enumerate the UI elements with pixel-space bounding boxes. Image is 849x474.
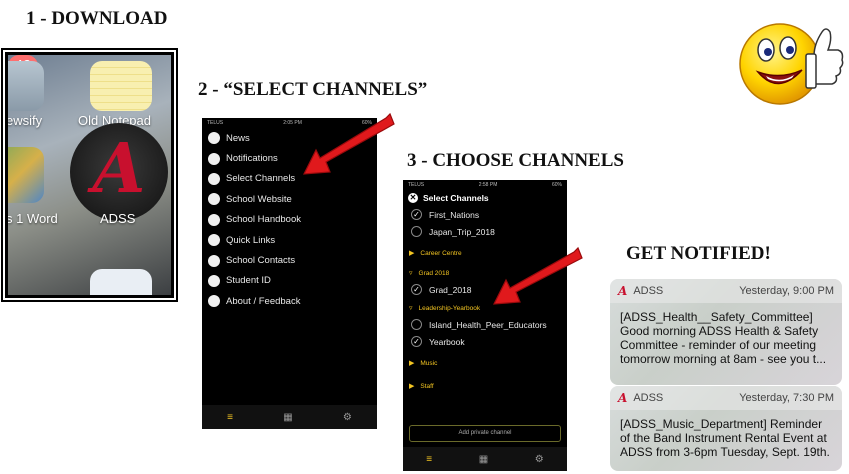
app-label: ewsify xyxy=(6,113,43,128)
channel-label: Grad_2018 xyxy=(429,284,472,295)
channel-row-yearbook[interactable]: ✓ Yearbook xyxy=(403,333,567,350)
triangle-right-icon: ▶ xyxy=(409,383,415,390)
menu-item-label: Quick Links xyxy=(226,234,276,246)
step-4-heading: GET NOTIFIED! xyxy=(626,243,771,264)
channel-row-island-health[interactable]: Island_Health_Peer_Educators xyxy=(403,316,567,333)
notification-card[interactable]: A ADSS Yesterday, 9:00 PM [ADSS_Health__S… xyxy=(610,279,842,385)
group-label: Grad 2018 xyxy=(418,269,450,277)
home-screen-screenshot: ewsify Old Notepad A s 1 Word ADSS 49 xyxy=(1,48,178,302)
settings-tab-icon[interactable]: ⚙ xyxy=(535,454,544,465)
checkmark-icon: ✓ xyxy=(411,284,422,295)
person-icon xyxy=(208,274,220,287)
tab-bar: ≡ ▦ ⚙ xyxy=(202,405,377,429)
step-1-heading: 1 - DOWNLOAD xyxy=(26,8,168,29)
channels-title-bar: ✕ Select Channels xyxy=(403,190,567,206)
menu-item-label: About / Feedback xyxy=(226,295,301,307)
notification-time: Yesterday, 7:30 PM xyxy=(739,392,834,404)
status-bar: TELUS 2:58 PM 60% xyxy=(403,180,567,190)
calendar-tab-icon[interactable]: ▦ xyxy=(479,454,488,465)
channel-row-japan-trip[interactable]: Japan_Trip_2018 xyxy=(403,223,567,240)
menu-item-quick-links[interactable]: Quick Links xyxy=(202,230,377,250)
notification-card[interactable]: A ADSS Yesterday, 7:30 PM [ADSS_Music_Dep… xyxy=(610,386,842,471)
tab-bar: ≡ ▦ ⚙ xyxy=(403,447,567,471)
thumbs-up-smiley-icon xyxy=(739,23,844,105)
adss-logo-icon: A xyxy=(618,284,628,298)
empty-circle-icon xyxy=(411,226,422,237)
menu-item-about-feedback[interactable]: About / Feedback xyxy=(202,291,377,311)
status-time: 2:58 PM xyxy=(478,182,498,188)
news-icon xyxy=(208,132,220,145)
list-tab-icon[interactable]: ≡ xyxy=(227,412,233,423)
channels-screen: TELUS 2:58 PM 60% ✕ Select Channels ✓ Fir… xyxy=(403,180,567,471)
safari-app-icon[interactable] xyxy=(90,269,152,295)
bell-icon xyxy=(208,152,220,165)
triangle-right-icon: ▶ xyxy=(409,360,415,367)
menu-item-school-contacts[interactable]: School Contacts xyxy=(202,250,377,270)
question-icon xyxy=(208,295,220,308)
notification-app-name: ADSS xyxy=(633,285,664,297)
notification-app-name: ADSS xyxy=(633,392,664,404)
status-carrier: TELUS xyxy=(408,182,425,188)
adss-logo-icon: A xyxy=(618,391,628,405)
rocket-icon xyxy=(208,234,220,247)
menu-item-label: School Handbook xyxy=(226,214,301,226)
menu-item-label: News xyxy=(226,132,250,144)
adss-app-icon[interactable]: A xyxy=(70,123,168,221)
channel-label: First_Nations xyxy=(429,209,480,220)
settings-tab-icon[interactable]: ⚙ xyxy=(343,412,352,423)
status-battery: 60% xyxy=(551,182,562,188)
notification-body: [ADSS_Health__Safety_Committee] Good mor… xyxy=(620,310,827,366)
menu-item-label: School Contacts xyxy=(226,255,296,267)
triangle-down-icon: ▿ xyxy=(409,270,413,277)
newsify-app-icon[interactable] xyxy=(8,61,44,111)
empty-circle-icon xyxy=(411,319,422,330)
red-arrow-icon xyxy=(302,112,395,175)
notification-header: A ADSS Yesterday, 9:00 PM xyxy=(610,279,842,303)
notepad-app-icon[interactable] xyxy=(90,61,152,111)
phone-icon xyxy=(208,254,220,267)
group-staff[interactable]: ▶ Staff xyxy=(403,378,567,394)
group-music[interactable]: ▶ Music xyxy=(403,355,567,371)
group-label: Career Centre xyxy=(420,249,462,257)
menu-item-label: Select Channels xyxy=(226,173,296,185)
channel-label: Island_Health_Peer_Educators xyxy=(429,319,547,330)
status-carrier: TELUS xyxy=(207,120,224,126)
notification-time: Yesterday, 9:00 PM xyxy=(739,285,834,297)
triangle-right-icon: ▶ xyxy=(409,250,415,257)
menu-item-student-id[interactable]: Student ID xyxy=(202,271,377,291)
menu-item-school-website[interactable]: School Website xyxy=(202,189,377,209)
triangle-down-icon: ▿ xyxy=(409,305,413,312)
step-3-heading: 3 - CHOOSE CHANNELS xyxy=(407,150,624,171)
notification-body: [ADSS_Music_Department] Reminder of the … xyxy=(620,417,830,459)
app-label: s 1 Word xyxy=(6,211,58,226)
page-title: Select Channels xyxy=(423,193,489,203)
group-label: Leadership-Yearbook xyxy=(418,304,481,312)
channel-row-first-nations[interactable]: ✓ First_Nations xyxy=(403,206,567,223)
menu-item-school-handbook[interactable]: School Handbook xyxy=(202,210,377,230)
book-icon xyxy=(208,213,220,226)
notification-app: A ADSS xyxy=(618,391,663,405)
notification-app: A ADSS xyxy=(618,284,663,298)
list-tab-icon[interactable]: ≡ xyxy=(426,454,432,465)
globe-icon xyxy=(208,172,220,185)
group-label: Staff xyxy=(420,382,434,390)
checkmark-icon: ✓ xyxy=(411,209,422,220)
close-icon[interactable]: ✕ xyxy=(408,193,418,203)
step-2-heading: 2 - “SELECT CHANNELS” xyxy=(198,79,428,100)
notification-header: A ADSS Yesterday, 7:30 PM xyxy=(610,386,842,410)
channel-label: Japan_Trip_2018 xyxy=(429,226,495,237)
red-arrow-icon xyxy=(492,246,583,305)
menu-item-label: School Website xyxy=(226,193,292,205)
alabama-a-logo-icon: A xyxy=(92,129,146,209)
group-label: Music xyxy=(420,359,438,367)
app-label: ADSS xyxy=(100,211,136,226)
checkmark-icon: ✓ xyxy=(411,336,422,347)
menu-item-label: Student ID xyxy=(226,275,271,287)
menu-item-label: Notifications xyxy=(226,153,278,165)
add-private-channel-button[interactable]: Add private channel xyxy=(409,425,561,442)
channel-label: Yearbook xyxy=(429,336,465,347)
web-icon xyxy=(208,193,220,206)
word-game-app-icon[interactable] xyxy=(8,147,44,203)
calendar-tab-icon[interactable]: ▦ xyxy=(283,412,292,423)
